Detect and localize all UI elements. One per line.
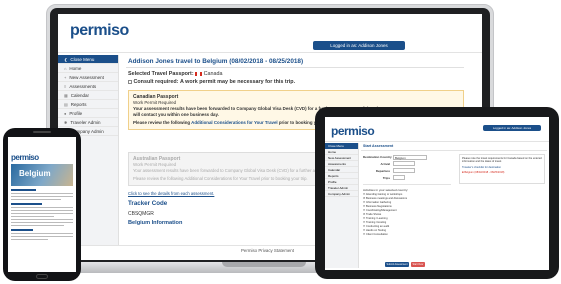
trip-title: Addison Jones travel to Belgium (08/02/2… (128, 58, 304, 65)
sidebar-item-calendar[interactable]: ▦ Calendar (58, 91, 118, 100)
permiso-logo: permiso (70, 22, 129, 39)
submit-assessment-button[interactable]: Submit Assessment (385, 262, 409, 267)
selected-passport: Selected Travel Passport: Canada (128, 71, 223, 77)
phone-home-button[interactable] (36, 274, 48, 279)
destination-select[interactable]: Belgium (393, 154, 427, 160)
home-icon: ⌂ (64, 65, 67, 71)
tablet-screen: permiso Logged in as: Addison Jones Clos… (325, 117, 549, 270)
sidebar-item-profile[interactable]: ● Profile (58, 109, 118, 118)
tablet-form: Destination Country Belgium Arrival Depar… (363, 154, 451, 264)
trips-input[interactable] (393, 175, 405, 180)
activity-checkbox[interactable]: ☐ Client Consultation (363, 233, 451, 237)
list-icon: ≡ (64, 83, 67, 89)
tracker-heading: Tracker Code (128, 200, 168, 207)
sidebar-item-traveler-admin[interactable]: ✱ Traveler Admin (58, 118, 118, 127)
checkbox-icon (128, 79, 132, 84)
belgium-hero-image: Belgium (11, 164, 73, 186)
chevron-left-icon: ❮ (64, 56, 68, 62)
chart-icon: ▤ (64, 101, 68, 107)
phone-logo: permiso (11, 153, 39, 162)
belgium-info-link[interactable]: Belgium Information (128, 220, 182, 226)
user-menu-button[interactable]: Logged in as: Addison Jones (313, 41, 405, 50)
considerations-link[interactable]: Additional Considerations for Your Trave… (191, 120, 277, 125)
calendar-icon: ▦ (64, 92, 68, 98)
privacy-link[interactable]: Permiso Privacy Statement (241, 248, 294, 254)
sidebar-item-home[interactable]: ⌂ Home (58, 64, 118, 73)
sidebar-item-assessments[interactable]: ≡ Assessments (58, 82, 118, 91)
checklist-link[interactable]: Traveler’s checklist for destination (462, 166, 542, 169)
tablet-sidebar: Close Menu Home New Assessment Assessmen… (325, 143, 359, 268)
consult-required: Consult required: A work permit may be n… (128, 79, 295, 85)
departure-input[interactable] (393, 168, 415, 173)
close-menu-button[interactable]: ❮ Close Menu (58, 55, 118, 64)
tablet-summary-box: Please note the travel requirements for … (459, 154, 545, 184)
tablet-logo: permiso (331, 124, 375, 138)
start-over-button[interactable]: Start Over (411, 262, 425, 267)
tablet-user-button[interactable]: Logged in as: Addison Jones (483, 125, 541, 131)
gear-icon: ✱ (64, 119, 68, 125)
plus-icon: + (64, 74, 67, 80)
tracker-code: CBSQMGR (128, 211, 154, 217)
phone-text-block (11, 189, 73, 269)
sidebar-item-new-assessment[interactable]: + New Assessment (58, 73, 118, 82)
user-icon: ● (64, 110, 67, 116)
laptop-notch (222, 262, 306, 267)
tablet-title: Start Assessment (363, 144, 394, 148)
selected-trip: ■ Belgium (08/02/2018 - 08/25/2018) (462, 171, 505, 175)
phone-speaker (33, 131, 51, 133)
tablet-menu-company-admin[interactable]: Company Admin (325, 191, 358, 197)
canada-flag-icon (195, 71, 203, 76)
arrival-input[interactable] (393, 161, 415, 166)
sidebar-item-reports[interactable]: ▤ Reports (58, 100, 118, 109)
phone-screen: permiso Belgium (8, 137, 76, 272)
see-details-link[interactable]: Click to see the details from each asses… (128, 191, 214, 197)
activity-list: ☐ Attending training or workshops ☑ Busi… (363, 193, 451, 237)
hero-title: Belgium (19, 169, 51, 178)
